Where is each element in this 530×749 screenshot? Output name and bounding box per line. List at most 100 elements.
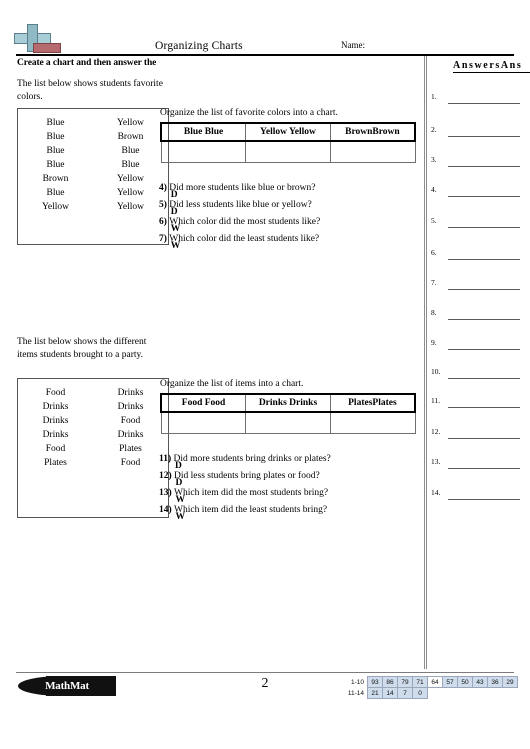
answer-row[interactable]: 11.: [431, 396, 530, 410]
score-cell: 7: [397, 687, 413, 699]
list-cell: Blue: [46, 132, 65, 142]
chart-entry-cell[interactable]: [329, 140, 416, 163]
section1-chart-table[interactable]: Blue Blue Yellow Yellow BrownBrown: [160, 122, 416, 163]
question-item: 11) D Did more students bring drinks or p…: [159, 454, 331, 471]
list-cell: Drinks: [42, 416, 69, 426]
question-number: 14): [159, 505, 175, 515]
score-row: 1-10 93 86 79 71 64 57 50 43 36 29: [340, 676, 518, 688]
score-cell: 43: [472, 676, 488, 688]
score-cell-empty: [428, 688, 443, 699]
answer-row[interactable]: 7.: [431, 278, 530, 292]
answer-blank-line[interactable]: [448, 438, 520, 439]
chart-entry-cell[interactable]: [160, 411, 247, 434]
answer-blank-line[interactable]: [448, 166, 520, 167]
answer-row[interactable]: 6.: [431, 248, 530, 262]
answer-row[interactable]: 12.: [431, 427, 530, 441]
score-cell: 86: [382, 676, 398, 688]
question-number: 13): [159, 488, 175, 498]
score-cell: 57: [442, 676, 458, 688]
question-item: 5) D Did less students like blue or yello…: [159, 200, 312, 217]
worksheet-page: Organizing Charts Name: Create a chart a…: [0, 0, 530, 749]
answer-row[interactable]: 8.: [431, 308, 530, 322]
footer-divider: [16, 672, 514, 673]
answer-row[interactable]: 4.: [431, 185, 530, 199]
list-cell: Brown: [117, 132, 144, 142]
logo-red-bar: [33, 43, 61, 53]
answers-heading: AnswersAns: [453, 60, 530, 73]
score-cell-empty: [443, 688, 458, 699]
answer-number: 6.: [431, 248, 437, 257]
answer-row[interactable]: 10.: [431, 367, 530, 381]
score-cell-empty: [503, 688, 518, 699]
list-cell: Yellow: [116, 174, 144, 184]
score-cell-empty: [488, 688, 503, 699]
chart-entry-row[interactable]: [160, 140, 416, 163]
list-item: Drinks Drinks: [18, 400, 168, 414]
answer-blank-line[interactable]: [448, 378, 520, 379]
list-cell: Food: [45, 444, 66, 454]
plus-bar-logo-icon: [12, 24, 61, 54]
score-cell: 79: [397, 676, 413, 688]
answer-blank-line[interactable]: [448, 349, 520, 350]
question-text: Did more students like blue or brown?: [169, 183, 316, 193]
answer-blank-line[interactable]: [448, 289, 520, 290]
answer-blank-line[interactable]: [448, 196, 520, 197]
answer-number: 13.: [431, 457, 441, 466]
chart-entry-cell[interactable]: [160, 140, 247, 163]
score-cell: 36: [487, 676, 503, 688]
section1-caption: The list below shows students favorite c…: [17, 79, 163, 102]
list-cell: Food: [120, 458, 141, 468]
section1-list-box: Blue Yellow Blue Brown Blue Blue Blue Blue Brown…: [17, 108, 169, 245]
answer-number: 3.: [431, 155, 437, 164]
chart-entry-cell[interactable]: [245, 140, 331, 163]
answer-row[interactable]: 13.: [431, 457, 530, 471]
answer-row[interactable]: 5.: [431, 216, 530, 230]
question-item: 14) W Which item did the least students b…: [159, 505, 328, 522]
chart-entry-cell[interactable]: [329, 411, 416, 434]
chart-header-cell: Drinks Drinks: [245, 393, 331, 413]
list-cell: Drinks: [117, 430, 144, 440]
list-cell: Drinks: [42, 402, 69, 412]
list-item: Food Drinks: [18, 386, 168, 400]
section1-chart-prompt: Organize the list of favorite colors int…: [160, 108, 338, 118]
chart-header-row: Food Food Drinks Drinks PlatesPlates: [160, 393, 416, 413]
list-cell: Blue: [121, 160, 140, 170]
answer-blank-line[interactable]: [448, 136, 520, 137]
answer-row[interactable]: 9.: [431, 338, 530, 352]
list-item: Blue Yellow: [18, 186, 168, 200]
question-text: Which color did the most students like?: [169, 217, 321, 227]
question-text: Which color did the least students like?: [169, 234, 320, 244]
chart-entry-row[interactable]: [160, 411, 416, 434]
answer-blank-line[interactable]: [448, 407, 520, 408]
answer-blank-line[interactable]: [448, 319, 520, 320]
list-cell: Yellow: [41, 202, 69, 212]
answer-row[interactable]: 2.: [431, 125, 530, 139]
score-cell: 29: [502, 676, 518, 688]
answer-blank-line[interactable]: [448, 499, 520, 500]
score-cell: 0: [412, 687, 428, 699]
list-item: Brown Yellow: [18, 172, 168, 186]
question-number: 11): [159, 454, 174, 464]
question-text: Did more students bring drinks or plates…: [173, 454, 331, 464]
question-number: 6): [159, 217, 170, 227]
section2-chart-table[interactable]: Food Food Drinks Drinks PlatesPlates: [160, 393, 416, 434]
answer-row[interactable]: 14.: [431, 488, 530, 502]
question-item: 6) W Which color did the most students li…: [159, 217, 321, 234]
list-cell: Food: [45, 388, 66, 398]
answer-blank-line[interactable]: [448, 259, 520, 260]
score-cell: 64: [427, 676, 443, 688]
answer-blank-line[interactable]: [448, 103, 520, 104]
instruction-text: Create a chart and then answer the: [17, 58, 157, 68]
answer-blank-line[interactable]: [448, 227, 520, 228]
score-cell-empty: [458, 688, 473, 699]
column-divider: [424, 56, 427, 669]
question-text: Which item did the least students bring?: [174, 505, 328, 515]
answer-row[interactable]: 1.: [431, 92, 530, 106]
answer-row[interactable]: 3.: [431, 155, 530, 169]
chart-header-row: Blue Blue Yellow Yellow BrownBrown: [160, 122, 416, 142]
list-cell: Blue: [46, 146, 65, 156]
section1-list-grid: Blue Yellow Blue Brown Blue Blue Blue Blue Brown…: [18, 116, 168, 214]
chart-entry-cell[interactable]: [245, 411, 331, 434]
answer-blank-line[interactable]: [448, 468, 520, 469]
score-cell: 21: [367, 687, 383, 699]
